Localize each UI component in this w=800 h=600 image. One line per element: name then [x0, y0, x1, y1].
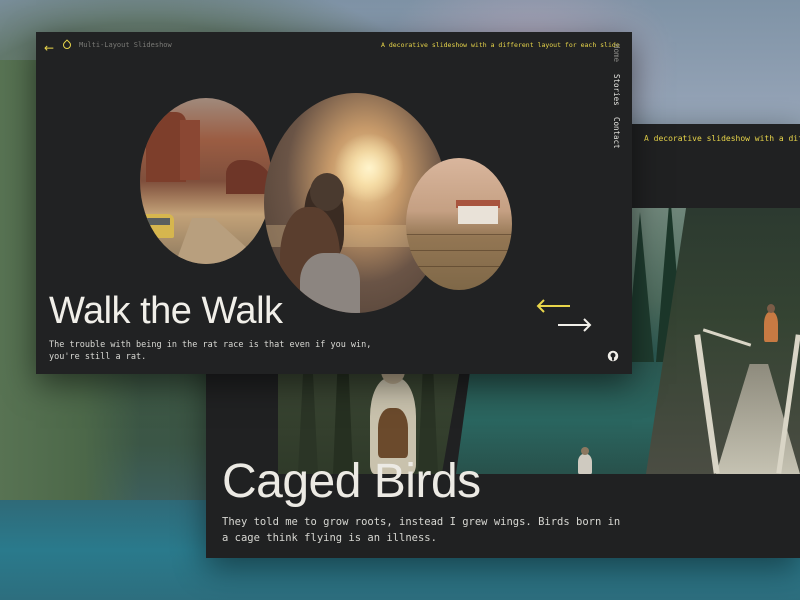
app-title[interactable]: Multi-Layout Slideshow [79, 41, 172, 49]
slide-text: They told me to grow roots, instead I gr… [222, 516, 621, 544]
slide-title: Walk the Walk [49, 290, 283, 332]
nav-item-home[interactable]: Home [612, 44, 621, 62]
slide-text: The trouble with being in the rat race i… [49, 340, 372, 362]
github-icon[interactable] [607, 350, 619, 362]
slide-walk-the-walk: ← Multi-Layout Slideshow A decorative sl… [36, 32, 632, 374]
droplet-icon[interactable] [61, 39, 73, 51]
nav-item-contact[interactable]: Contact [612, 117, 621, 149]
slideshow-tagline: A decorative slideshow with a different … [381, 41, 620, 49]
arrow-left-long-icon[interactable] [536, 298, 572, 314]
slideshow-tagline: A decorative slideshow with a different … [644, 134, 800, 143]
desert-road-image [140, 98, 272, 264]
farmhouse-image [406, 158, 512, 290]
arrow-left-icon[interactable]: ← [44, 41, 54, 55]
nav-item-stories[interactable]: Stories [612, 74, 621, 106]
slide-title: Caged Birds [222, 455, 481, 508]
arrow-right-long-icon[interactable] [556, 317, 592, 333]
